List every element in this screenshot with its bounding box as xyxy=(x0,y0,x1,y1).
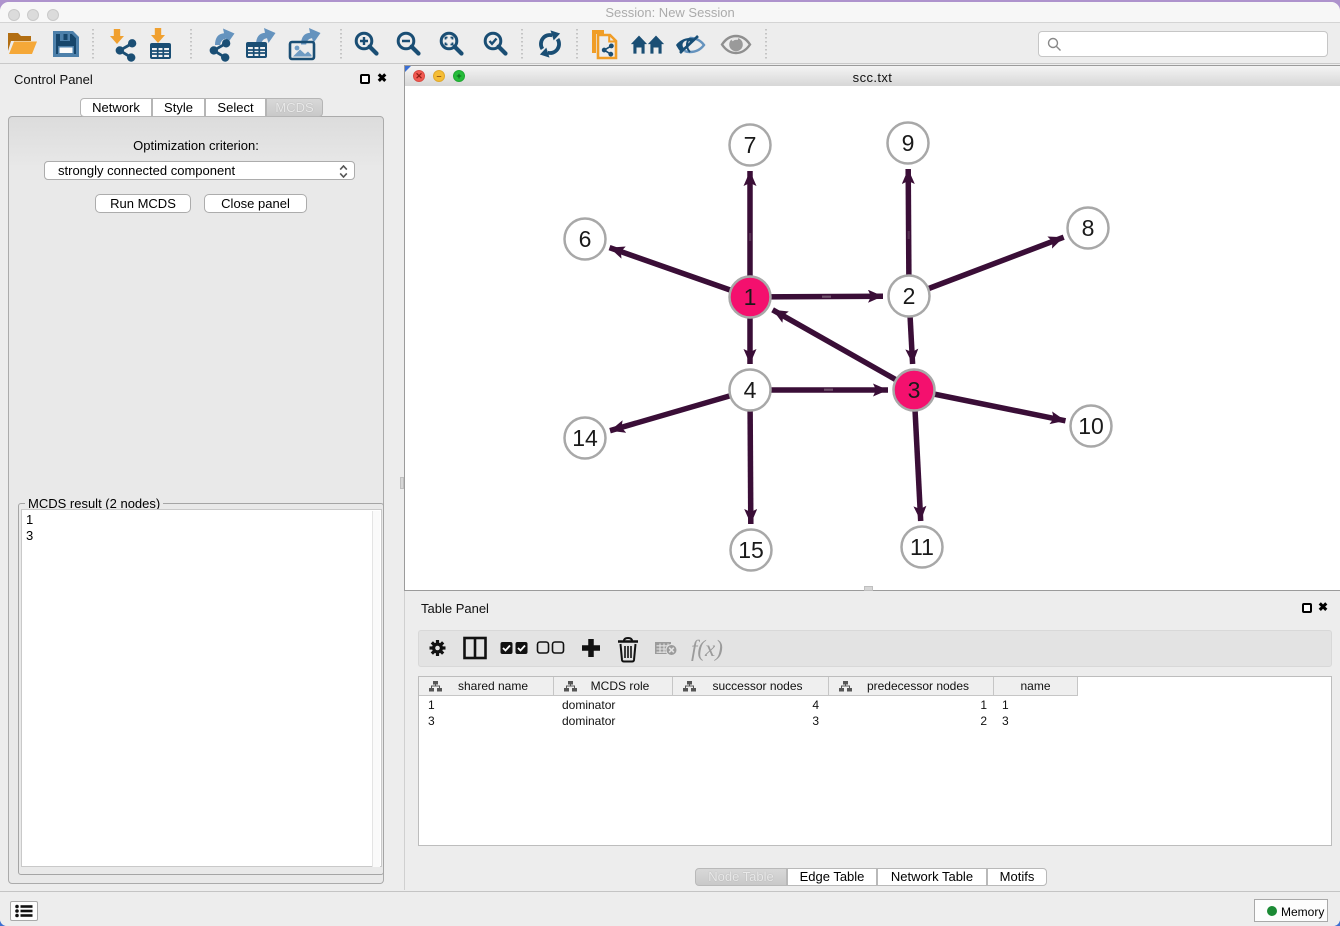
svg-text:10: 10 xyxy=(1078,413,1104,439)
svg-text:f(x): f(x) xyxy=(691,636,723,661)
svg-text:6: 6 xyxy=(579,226,592,252)
svg-text:2: 2 xyxy=(903,283,916,309)
svg-text:14: 14 xyxy=(572,425,598,451)
svg-text:8: 8 xyxy=(1082,215,1095,241)
svg-text:7: 7 xyxy=(744,132,757,158)
svg-text:9: 9 xyxy=(902,130,915,156)
svg-text:11: 11 xyxy=(910,534,934,560)
svg-text:15: 15 xyxy=(738,537,764,563)
svg-text:3: 3 xyxy=(908,377,921,403)
svg-text:4: 4 xyxy=(744,377,757,403)
svg-text:1: 1 xyxy=(744,284,757,310)
